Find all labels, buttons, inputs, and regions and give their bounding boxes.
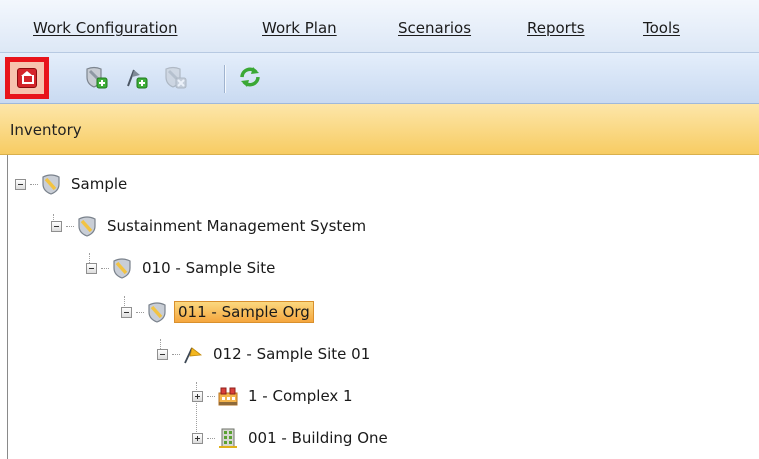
remove-shield-icon — [165, 66, 187, 89]
tree-connector — [172, 353, 180, 355]
menu-tools[interactable]: Tools — [643, 19, 680, 37]
collapse-toggle[interactable] — [157, 348, 168, 360]
shield-icon — [42, 174, 60, 195]
add-flag-button[interactable] — [118, 59, 154, 95]
collapse-toggle[interactable] — [121, 306, 132, 318]
tree-connector — [207, 395, 215, 397]
tree-connector — [207, 437, 215, 439]
toolbar-separator — [224, 65, 226, 93]
tree-node-label: Sustainment Management System — [107, 217, 367, 235]
tree-node-building-one[interactable]: 001 - Building One — [192, 425, 391, 451]
add-shield-icon — [86, 66, 108, 89]
tree-node-label: 1 - Complex 1 — [248, 387, 353, 405]
refresh-button[interactable] — [232, 59, 268, 95]
tree-node-sample[interactable]: Sample — [15, 171, 130, 197]
menu-work-plan[interactable]: Work Plan — [262, 19, 337, 37]
remove-shield-button[interactable] — [157, 59, 193, 95]
building-icon — [219, 428, 237, 448]
tree-connector — [66, 225, 74, 227]
panel-title: Inventory — [10, 121, 82, 139]
add-shield-button[interactable] — [78, 59, 114, 95]
tree-node-label: Sample — [71, 175, 128, 193]
tree-node-label: 012 - Sample Site 01 — [213, 345, 371, 363]
complex-icon — [218, 387, 238, 406]
tree-node-010[interactable]: 010 - Sample Site — [86, 255, 278, 281]
panel-border — [7, 155, 8, 459]
refresh-icon — [240, 67, 260, 87]
tree-connector — [30, 183, 38, 185]
tree-node-sms[interactable]: Sustainment Management System — [51, 213, 369, 239]
expand-toggle[interactable] — [192, 432, 203, 444]
tree-node-label: 001 - Building One — [248, 429, 388, 447]
toolbar — [0, 53, 759, 104]
collapse-toggle[interactable] — [15, 178, 26, 190]
expand-toggle[interactable] — [192, 390, 203, 402]
shield-icon — [78, 216, 96, 237]
flag-icon — [184, 347, 203, 364]
home-button[interactable] — [5, 57, 49, 99]
shield-icon — [113, 258, 131, 279]
tree-node-label-selected: 011 - Sample Org — [174, 301, 314, 323]
menu-reports[interactable]: Reports — [527, 19, 585, 37]
inventory-panel-header: Inventory — [0, 104, 759, 155]
tree-node-012[interactable]: 012 - Sample Site 01 — [157, 341, 373, 367]
tree-connector — [101, 267, 109, 269]
menu-work-configuration[interactable]: Work Configuration — [33, 19, 177, 37]
collapse-toggle[interactable] — [86, 262, 97, 274]
menu-scenarios[interactable]: Scenarios — [398, 19, 471, 37]
home-icon — [17, 68, 37, 88]
menu-bar: Work Configuration Work Plan Scenarios R… — [0, 0, 759, 53]
collapse-toggle[interactable] — [51, 220, 62, 232]
shield-icon — [148, 302, 166, 323]
tree-node-011[interactable]: 011 - Sample Org — [121, 299, 314, 325]
tree-node-complex-1[interactable]: 1 - Complex 1 — [192, 383, 356, 409]
add-flag-icon — [127, 69, 148, 89]
tree-connector — [136, 311, 144, 313]
tree-node-label: 010 - Sample Site — [142, 259, 276, 277]
